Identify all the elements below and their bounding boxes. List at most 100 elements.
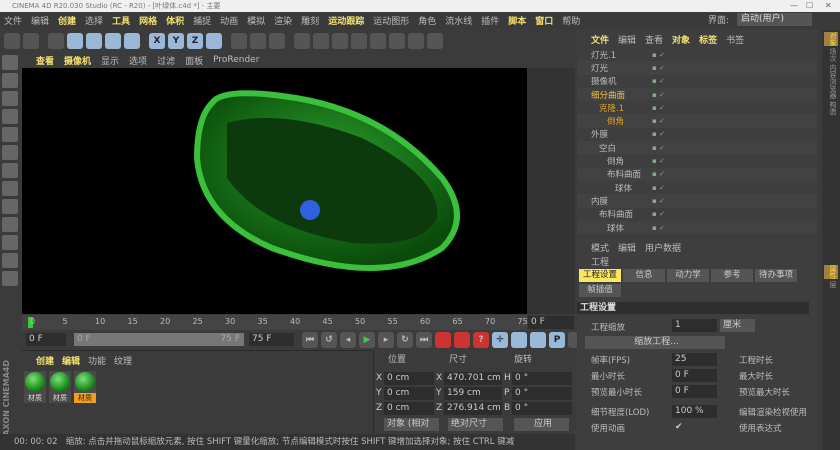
x-axis-icon[interactable]: X	[149, 33, 165, 49]
close-button[interactable]: ✕	[825, 0, 832, 12]
menu-item[interactable]: 选择	[85, 14, 103, 27]
visibility-check-icon[interactable]: ▪ ✓	[652, 224, 665, 232]
coord-rot-field[interactable]: 0 °	[512, 372, 572, 385]
visibility-check-icon[interactable]: ▪ ✓	[652, 91, 665, 99]
object-row[interactable]: 外膜 ▪ ✓	[577, 128, 817, 141]
viewport-menu-item[interactable]: 过滤	[157, 54, 175, 67]
object-row[interactable]: 空白 ▪ ✓	[577, 141, 817, 155]
visibility-check-icon[interactable]: ▪ ✓	[652, 77, 665, 85]
object-menu-item[interactable]: 对象	[672, 33, 690, 46]
make-editable-icon[interactable]	[2, 55, 18, 70]
menu-item[interactable]: 帮助	[562, 14, 580, 27]
visibility-check-icon[interactable]: ▪ ✓	[652, 184, 665, 192]
project-scale-field[interactable]: 1	[672, 319, 717, 332]
viewport-menu-item[interactable]: ProRender	[213, 55, 259, 65]
menu-item[interactable]: 流水线	[445, 14, 472, 27]
deformer-icon[interactable]	[370, 33, 386, 49]
object-row[interactable]: 灯光.1 ▪ ✓	[577, 48, 817, 61]
key-param-icon[interactable]: P	[549, 332, 565, 348]
coord-pos-field[interactable]: 0 cm	[384, 372, 434, 385]
render-view-icon[interactable]	[231, 33, 247, 49]
coord-rot-field[interactable]: 0 °	[512, 402, 572, 415]
object-row[interactable]: 摄像机 ▪ ✓	[577, 75, 817, 88]
floor-grid-icon[interactable]	[2, 271, 18, 286]
play-icon[interactable]: ▶	[359, 332, 375, 348]
object-row[interactable]: 布料曲面 ▪ ✓	[577, 167, 817, 181]
viewport-menu-item[interactable]: 摄像机	[64, 54, 91, 67]
cube-icon[interactable]	[294, 33, 310, 49]
dock-tab[interactable]: 场次	[824, 48, 838, 62]
material-menu-item[interactable]: 编辑	[62, 354, 80, 367]
frame-range-slider[interactable]: 0 F 75 F	[74, 333, 244, 346]
light-icon[interactable]	[427, 33, 443, 49]
y-axis-icon[interactable]: Y	[168, 33, 184, 49]
menu-item[interactable]: 捕捉	[193, 14, 211, 27]
object-row[interactable]: 球体 ▪ ✓	[577, 181, 817, 194]
prev-key-icon[interactable]: ↺	[321, 332, 337, 348]
menu-item[interactable]: 插件	[481, 14, 499, 27]
object-menu-item[interactable]: 编辑	[618, 33, 636, 46]
object-menu-item[interactable]: 文件	[591, 33, 609, 46]
viewport-menu-item[interactable]: 查看	[36, 54, 54, 67]
object-row[interactable]: 倒角 ▪ ✓	[577, 114, 817, 128]
next-key-icon[interactable]: ↻	[397, 332, 413, 348]
coord-pos-field[interactable]: 0 cm	[384, 402, 434, 415]
attribute-value-field[interactable]: 25	[672, 353, 717, 366]
attribute-menu-item[interactable]: 模式	[591, 241, 609, 254]
maximize-button[interactable]: ☐	[806, 0, 813, 12]
layer-icon[interactable]	[2, 253, 18, 268]
attribute-tab[interactable]: 工程设置	[579, 269, 621, 282]
attribute-tab[interactable]: 帧插值	[579, 284, 621, 297]
texture-mode-icon[interactable]	[2, 91, 18, 106]
rotate-icon[interactable]	[105, 33, 121, 49]
coordinate-system-icon[interactable]	[206, 33, 222, 49]
visibility-check-icon[interactable]: ▪ ✓	[652, 64, 665, 72]
prev-frame-icon[interactable]: ◂	[340, 332, 356, 348]
snap-icon[interactable]	[2, 217, 18, 232]
minimize-button[interactable]: —	[790, 0, 798, 12]
visibility-check-icon[interactable]: ▪ ✓	[652, 170, 665, 178]
go-to-end-icon[interactable]: ⏭	[416, 332, 432, 348]
coord-pos-field[interactable]: 0 cm	[384, 387, 434, 400]
object-row[interactable]: 倒角 ▪ ✓	[577, 154, 817, 167]
dock-tab[interactable]: 层	[824, 281, 838, 288]
workplane-icon[interactable]	[2, 109, 18, 124]
visibility-check-icon[interactable]: ▪ ✓	[652, 51, 665, 59]
object-menu-item[interactable]: 标签	[699, 33, 717, 46]
viewport-menu-item[interactable]: 选项	[129, 54, 147, 67]
menu-item[interactable]: 角色	[418, 14, 436, 27]
array-icon[interactable]	[351, 33, 367, 49]
start-frame-field[interactable]: 0 F	[26, 333, 66, 346]
visibility-check-icon[interactable]: ▪ ✓	[652, 130, 665, 138]
live-select-icon[interactable]	[48, 33, 64, 49]
visibility-check-icon[interactable]: ▪ ✓	[652, 197, 665, 205]
coord-size-field[interactable]: 276.914 cm	[444, 402, 502, 415]
viewport[interactable]	[22, 68, 527, 314]
scale-icon[interactable]	[86, 33, 102, 49]
material-menu-item[interactable]: 创建	[36, 354, 54, 367]
attribute-menu-item[interactable]: 用户数据	[645, 241, 681, 254]
redo-icon[interactable]	[23, 33, 39, 49]
undo-icon[interactable]	[4, 33, 20, 49]
material-menu-item[interactable]: 功能	[88, 354, 106, 367]
material-swatch[interactable]: 材质	[74, 371, 96, 403]
visibility-check-icon[interactable]: ▪ ✓	[652, 157, 665, 165]
object-row[interactable]: 细分曲面 ▪ ✓	[577, 87, 817, 102]
attribute-tab[interactable]: 待办事项	[755, 269, 797, 282]
dock-tab[interactable]: 构造	[824, 101, 838, 115]
apply-button[interactable]: 应用	[514, 418, 569, 431]
solo-icon[interactable]	[2, 235, 18, 250]
render-settings-icon[interactable]	[269, 33, 285, 49]
menu-item[interactable]: 动画	[220, 14, 238, 27]
menu-item[interactable]: 雕刻	[301, 14, 319, 27]
pen-icon[interactable]	[313, 33, 329, 49]
end-frame-field[interactable]: 75 F	[249, 333, 294, 346]
current-frame-field[interactable]: 0 F	[528, 316, 574, 329]
menu-item[interactable]: 运动跟踪	[328, 14, 364, 27]
key-scale-icon[interactable]	[511, 332, 527, 348]
attribute-value-field[interactable]: 0 F	[672, 385, 717, 398]
coord-mode-select[interactable]: 对象 (相对	[384, 418, 439, 431]
polygons-mode-icon[interactable]	[2, 163, 18, 178]
menu-item[interactable]: 创建	[58, 14, 76, 27]
size-mode-select[interactable]: 绝对尺寸	[448, 418, 503, 431]
